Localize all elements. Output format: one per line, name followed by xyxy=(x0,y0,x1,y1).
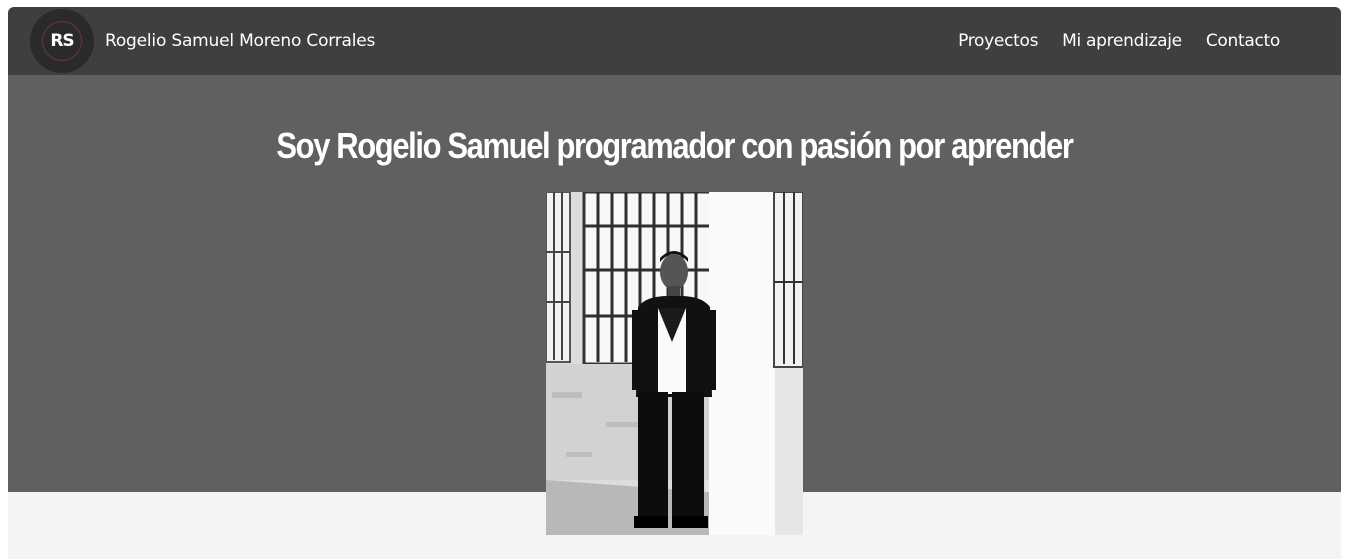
nav-link-contacto[interactable]: Contacto xyxy=(1206,31,1280,51)
profile-photo-image xyxy=(546,192,803,535)
logo-monogram: RS xyxy=(50,31,74,51)
site-name-link[interactable]: Rogelio Samuel Moreno Corrales xyxy=(105,7,375,75)
nav-link-mi-aprendizaje[interactable]: Mi aprendizaje xyxy=(1062,31,1182,51)
nav-link-proyectos[interactable]: Proyectos xyxy=(958,31,1038,51)
navbar: RS Rogelio Samuel Moreno Corrales Proyec… xyxy=(8,7,1341,75)
hero-title: Soy Rogelio Samuel programador con pasió… xyxy=(276,125,1074,166)
browser-viewport: RS Rogelio Samuel Moreno Corrales Proyec… xyxy=(8,7,1341,559)
site-logo[interactable]: RS xyxy=(30,9,94,73)
nav-menu: Proyectos Mi aprendizaje Contacto xyxy=(958,7,1280,75)
profile-photo xyxy=(546,192,803,535)
page: RS Rogelio Samuel Moreno Corrales Proyec… xyxy=(0,0,1350,559)
